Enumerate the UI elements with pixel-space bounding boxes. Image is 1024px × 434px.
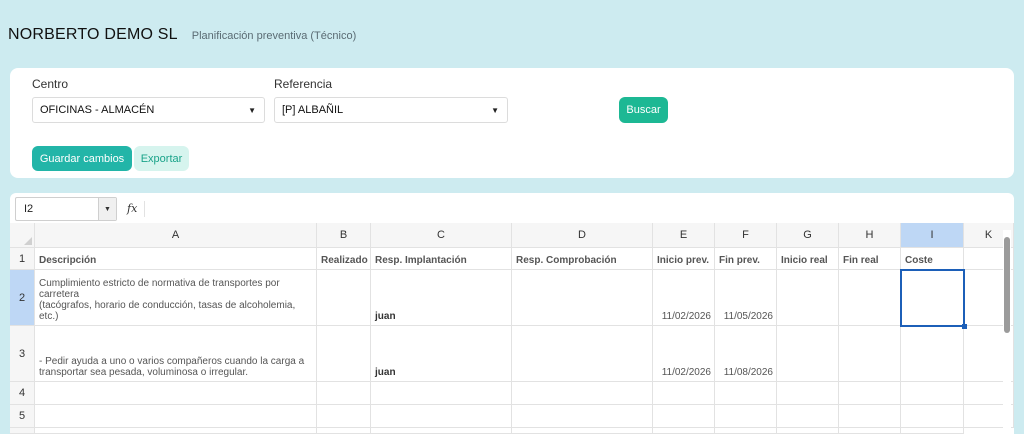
grid-corner[interactable]: [10, 223, 35, 248]
column-header[interactable]: H: [839, 223, 901, 248]
header-cell[interactable]: Fin real: [839, 248, 901, 270]
chevron-down-icon[interactable]: ▼: [98, 198, 116, 220]
row-header[interactable]: 1: [10, 248, 35, 270]
row-header[interactable]: [10, 428, 35, 434]
table-cell[interactable]: [35, 405, 317, 428]
cell-reference-box[interactable]: I2 ▼: [15, 197, 117, 221]
table-cell[interactable]: [901, 382, 964, 405]
centro-label: Centro: [32, 77, 69, 91]
table-cell[interactable]: 11/08/2026: [715, 326, 777, 382]
formula-divider: [144, 201, 145, 217]
chevron-down-icon: ▼: [248, 106, 256, 115]
company-name: NORBERTO DEMO SL: [8, 26, 178, 43]
table-cell[interactable]: [317, 270, 371, 326]
table-cell[interactable]: [839, 326, 901, 382]
table-cell[interactable]: [901, 405, 964, 428]
table-cell[interactable]: [653, 382, 715, 405]
header-cell[interactable]: Coste: [901, 248, 964, 270]
row-header[interactable]: 5: [10, 405, 35, 428]
table-cell[interactable]: [317, 428, 371, 434]
table-cell-description[interactable]: Cumplimiento estricto de normativa de tr…: [35, 270, 317, 326]
table-cell[interactable]: [777, 405, 839, 428]
description-line: transportar sea pesada, voluminosa o irr…: [39, 367, 249, 378]
function-icon: fx: [127, 202, 138, 215]
referencia-select[interactable]: [P] ALBAÑIL ▼: [274, 97, 508, 123]
table-cell[interactable]: 11/02/2026: [653, 270, 715, 326]
column-header[interactable]: E: [653, 223, 715, 248]
table-cell[interactable]: [715, 428, 777, 434]
table-cell[interactable]: [512, 326, 653, 382]
table-cell[interactable]: [901, 428, 964, 434]
table-cell[interactable]: [901, 326, 964, 382]
row-header[interactable]: 3: [10, 326, 35, 382]
table-cell[interactable]: [715, 382, 777, 405]
table-cell[interactable]: [371, 428, 512, 434]
table-cell[interactable]: [371, 382, 512, 405]
header-cell[interactable]: Inicio real: [777, 248, 839, 270]
header-cell[interactable]: Fin prev.: [715, 248, 777, 270]
column-header[interactable]: F: [715, 223, 777, 248]
table-cell[interactable]: [371, 405, 512, 428]
description-line: Cumplimiento estricto de normativa de tr…: [39, 278, 280, 300]
table-cell[interactable]: [777, 428, 839, 434]
description-line: (tacógrafos, horario de conducción, tasa…: [39, 300, 296, 322]
fill-handle[interactable]: [962, 324, 967, 329]
column-header[interactable]: C: [371, 223, 512, 248]
table-cell[interactable]: juan: [371, 326, 512, 382]
table-cell[interactable]: [715, 405, 777, 428]
table-cell[interactable]: [512, 428, 653, 434]
table-cell[interactable]: [35, 428, 317, 434]
table-cell[interactable]: [839, 405, 901, 428]
filter-panel: Centro OFICINAS - ALMACÉN ▼ Referencia […: [10, 68, 1014, 178]
scrollbar-thumb[interactable]: [1004, 237, 1010, 333]
export-button[interactable]: Exportar: [134, 146, 189, 171]
cell-selection: [900, 269, 965, 327]
table-cell[interactable]: [777, 270, 839, 326]
table-cell[interactable]: [653, 428, 715, 434]
referencia-select-value: [P] ALBAÑIL: [282, 104, 344, 116]
chevron-down-icon: ▼: [491, 106, 499, 115]
table-cell[interactable]: [35, 382, 317, 405]
table-cell[interactable]: [839, 428, 901, 434]
table-cell[interactable]: [777, 326, 839, 382]
page-subtitle: Planificación preventiva (Técnico): [191, 30, 357, 42]
table-cell[interactable]: [512, 270, 653, 326]
table-cell[interactable]: juan: [371, 270, 512, 326]
referencia-label: Referencia: [274, 77, 333, 91]
column-header-active[interactable]: I: [901, 223, 964, 248]
column-header[interactable]: A: [35, 223, 317, 248]
table-cell[interactable]: [653, 405, 715, 428]
table-cell[interactable]: 11/02/2026: [653, 326, 715, 382]
table-cell[interactable]: [512, 405, 653, 428]
spreadsheet: I2 ▼ fx A B C D E F G H I K 1 Descripció…: [10, 193, 1014, 434]
column-header[interactable]: G: [777, 223, 839, 248]
table-cell[interactable]: [317, 326, 371, 382]
table-cell[interactable]: [839, 382, 901, 405]
search-button[interactable]: Buscar: [619, 97, 668, 123]
header-cell[interactable]: Descripción: [35, 248, 317, 270]
centro-select-value: OFICINAS - ALMACÉN: [40, 104, 155, 116]
table-cell[interactable]: [777, 382, 839, 405]
save-changes-button[interactable]: Guardar cambios: [32, 146, 132, 171]
select-all-icon: [24, 237, 32, 245]
table-cell[interactable]: [839, 270, 901, 326]
table-cell[interactable]: [317, 382, 371, 405]
table-cell[interactable]: [317, 405, 371, 428]
centro-select[interactable]: OFICINAS - ALMACÉN ▼: [32, 97, 265, 123]
row-header-active[interactable]: 2: [10, 270, 35, 326]
cell-reference: I2: [24, 203, 34, 215]
row-header[interactable]: 4: [10, 382, 35, 405]
table-cell[interactable]: [512, 382, 653, 405]
table-cell-description[interactable]: - Pedir ayuda a uno o varios compañeros …: [35, 326, 317, 382]
header-cell[interactable]: Resp. Implantación: [371, 248, 512, 270]
page-header: NORBERTO DEMO SL Planificación preventiv…: [8, 26, 356, 44]
column-header[interactable]: D: [512, 223, 653, 248]
header-cell[interactable]: Inicio prev.: [653, 248, 715, 270]
description-line: - Pedir ayuda a uno o varios compañeros …: [39, 356, 305, 367]
table-cell[interactable]: 11/05/2026: [715, 270, 777, 326]
header-cell[interactable]: Realizado: [317, 248, 371, 270]
header-cell[interactable]: Resp. Comprobación: [512, 248, 653, 270]
column-header[interactable]: B: [317, 223, 371, 248]
